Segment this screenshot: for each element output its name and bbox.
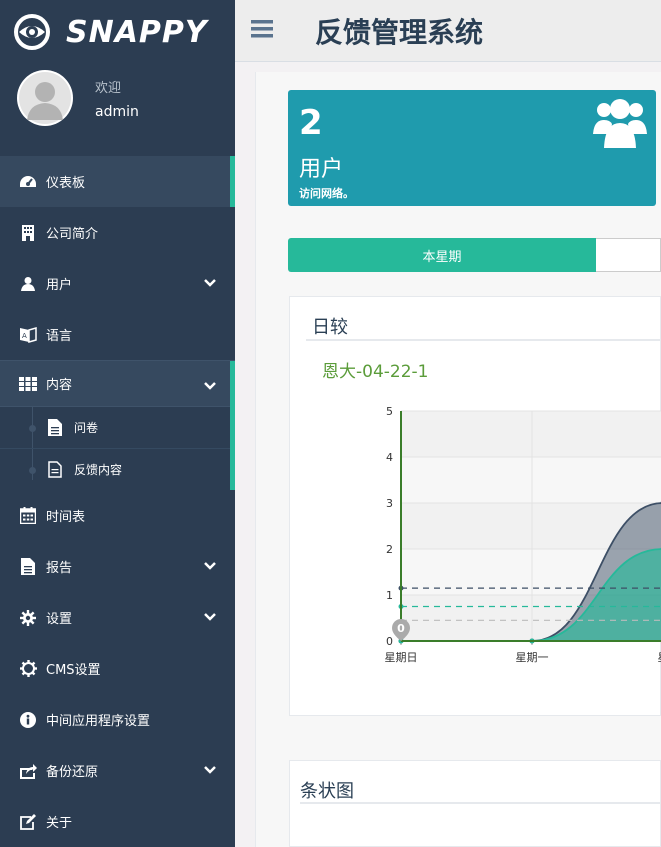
- sidebar-item-label: 仪表板: [46, 176, 86, 191]
- x-tick-label: 星: [658, 651, 661, 664]
- sidebar-item-backup-restore[interactable]: 备份还原: [0, 745, 235, 796]
- sidebar-menu: 仪表板 公司简介 用户 A 语言 内容 问卷 反馈内容 时间表 报告 设置 CM…: [0, 156, 235, 847]
- user-icon: [19, 275, 37, 293]
- sidebar-item-label: 设置: [46, 612, 73, 627]
- username: admin: [95, 104, 139, 120]
- chart-title: 恩大-04-22-1: [322, 362, 429, 382]
- sidebar-item-middleware-settings[interactable]: 中间应用程序设置: [0, 694, 235, 745]
- sidebar-item-reports[interactable]: 报告: [0, 541, 235, 592]
- grid-icon: [19, 375, 37, 393]
- submenu-item-label: 反馈内容: [74, 463, 123, 477]
- sidebar: SNAPPY 欢迎 admin 仪表板 公司简介 用户 A 语言 内容 问卷 反…: [0, 0, 235, 847]
- user-stat-card[interactable]: 2 用户 访问网络。: [288, 90, 656, 206]
- hamburger-menu-icon[interactable]: [251, 18, 273, 40]
- content-submenu: 问卷 反馈内容: [0, 406, 235, 490]
- tab-other-period[interactable]: [596, 238, 661, 272]
- chevron-down-icon: [204, 279, 216, 287]
- svg-text:A: A: [22, 332, 27, 340]
- bar-chart-panel: 条状图: [289, 760, 661, 847]
- cog-icon: [19, 609, 37, 627]
- avatar-placeholder-icon: [19, 72, 71, 124]
- submenu-item-label: 问卷: [74, 421, 99, 435]
- submenu-item-feedback-content[interactable]: 反馈内容: [0, 448, 235, 490]
- submenu-dot: [29, 467, 36, 474]
- sidebar-item-label: CMS设置: [46, 663, 101, 678]
- grid-band: [401, 411, 661, 457]
- sidebar-item-label: 报告: [46, 561, 73, 576]
- sidebar-item-label: 中间应用程序设置: [46, 714, 151, 729]
- chevron-down-icon: [204, 613, 216, 621]
- y-tick-label: 5: [386, 405, 393, 418]
- sidebar-item-company[interactable]: 公司简介: [0, 207, 235, 258]
- sidebar-item-about[interactable]: 关于: [0, 796, 235, 847]
- sidebar-item-label: 内容: [46, 378, 73, 393]
- submenu-dot: [29, 425, 36, 432]
- sidebar-item-dashboard[interactable]: 仪表板: [0, 156, 235, 207]
- sidebar-item-label: 时间表: [46, 510, 86, 525]
- avatar[interactable]: [17, 70, 73, 126]
- gear-icon: [19, 660, 37, 678]
- document-icon: [48, 418, 64, 437]
- sidebar-item-label: 备份还原: [46, 765, 99, 780]
- panel-title: 日较: [312, 317, 348, 338]
- stat-count: 2: [299, 103, 323, 143]
- page-title: 反馈管理系统: [315, 16, 484, 49]
- y-tick-label: 0: [386, 635, 393, 648]
- calendar-icon: [19, 507, 37, 525]
- users-icon: [593, 99, 647, 148]
- chevron-down-icon: [204, 766, 216, 774]
- user-profile: 欢迎 admin: [17, 70, 227, 128]
- stat-label: 用户: [299, 157, 344, 182]
- tab-this-week[interactable]: 本星期: [288, 238, 596, 272]
- sidebar-item-label: 关于: [46, 816, 73, 831]
- sidebar-item-schedule[interactable]: 时间表: [0, 490, 235, 541]
- panel-title: 条状图: [300, 781, 354, 802]
- y-tick-label: 3: [386, 497, 393, 510]
- chevron-down-icon: [204, 562, 216, 570]
- sidebar-item-content[interactable]: 内容: [0, 360, 235, 406]
- y-tick-label: 2: [386, 543, 393, 556]
- panel-divider: [300, 802, 661, 804]
- file-icon: [19, 558, 37, 576]
- sidebar-item-label: 语言: [46, 329, 73, 344]
- x-tick-label: 星期一: [516, 651, 549, 664]
- sidebar-item-cms-settings[interactable]: CMS设置: [0, 643, 235, 694]
- daily-comparison-panel: 日较 恩大-04-22-1 0 1 2 3 4 5 星期日 星期一 星 0: [289, 296, 661, 716]
- submenu-item-questionnaire[interactable]: 问卷: [0, 406, 235, 448]
- logo-text: SNAPPY: [66, 14, 208, 50]
- stat-subtext: 访问网络。: [299, 187, 354, 200]
- y-tick-label: 1: [386, 589, 393, 602]
- y-tick-label: 4: [386, 451, 393, 464]
- building-icon: [19, 224, 37, 242]
- welcome-text: 欢迎: [95, 81, 122, 96]
- grid-band: [401, 457, 661, 503]
- sidebar-item-label: 用户: [46, 278, 73, 293]
- document-outline-icon: [48, 460, 64, 479]
- edit-icon: [19, 813, 37, 831]
- info-icon: [19, 711, 37, 729]
- sidebar-item-settings[interactable]: 设置: [0, 592, 235, 643]
- sidebar-item-users[interactable]: 用户: [0, 258, 235, 309]
- sidebar-item-language[interactable]: A 语言: [0, 309, 235, 360]
- language-icon: A: [19, 326, 37, 344]
- dashboard-icon: [19, 173, 37, 191]
- brand-logo[interactable]: SNAPPY: [14, 10, 208, 54]
- eye-logo-icon: [14, 14, 50, 50]
- x-tick-label: 星期日: [385, 651, 418, 664]
- sidebar-item-label: 公司简介: [46, 227, 99, 242]
- panel-divider: [306, 339, 661, 341]
- top-bar: 反馈管理系统: [235, 0, 661, 62]
- area-chart[interactable]: 0 1 2 3 4 5 星期日 星期一 星 0: [290, 397, 661, 677]
- min-pin-label: 0: [397, 622, 405, 635]
- chevron-down-icon: [204, 382, 216, 390]
- period-tabs: 本星期: [288, 238, 661, 272]
- share-icon: [19, 762, 37, 780]
